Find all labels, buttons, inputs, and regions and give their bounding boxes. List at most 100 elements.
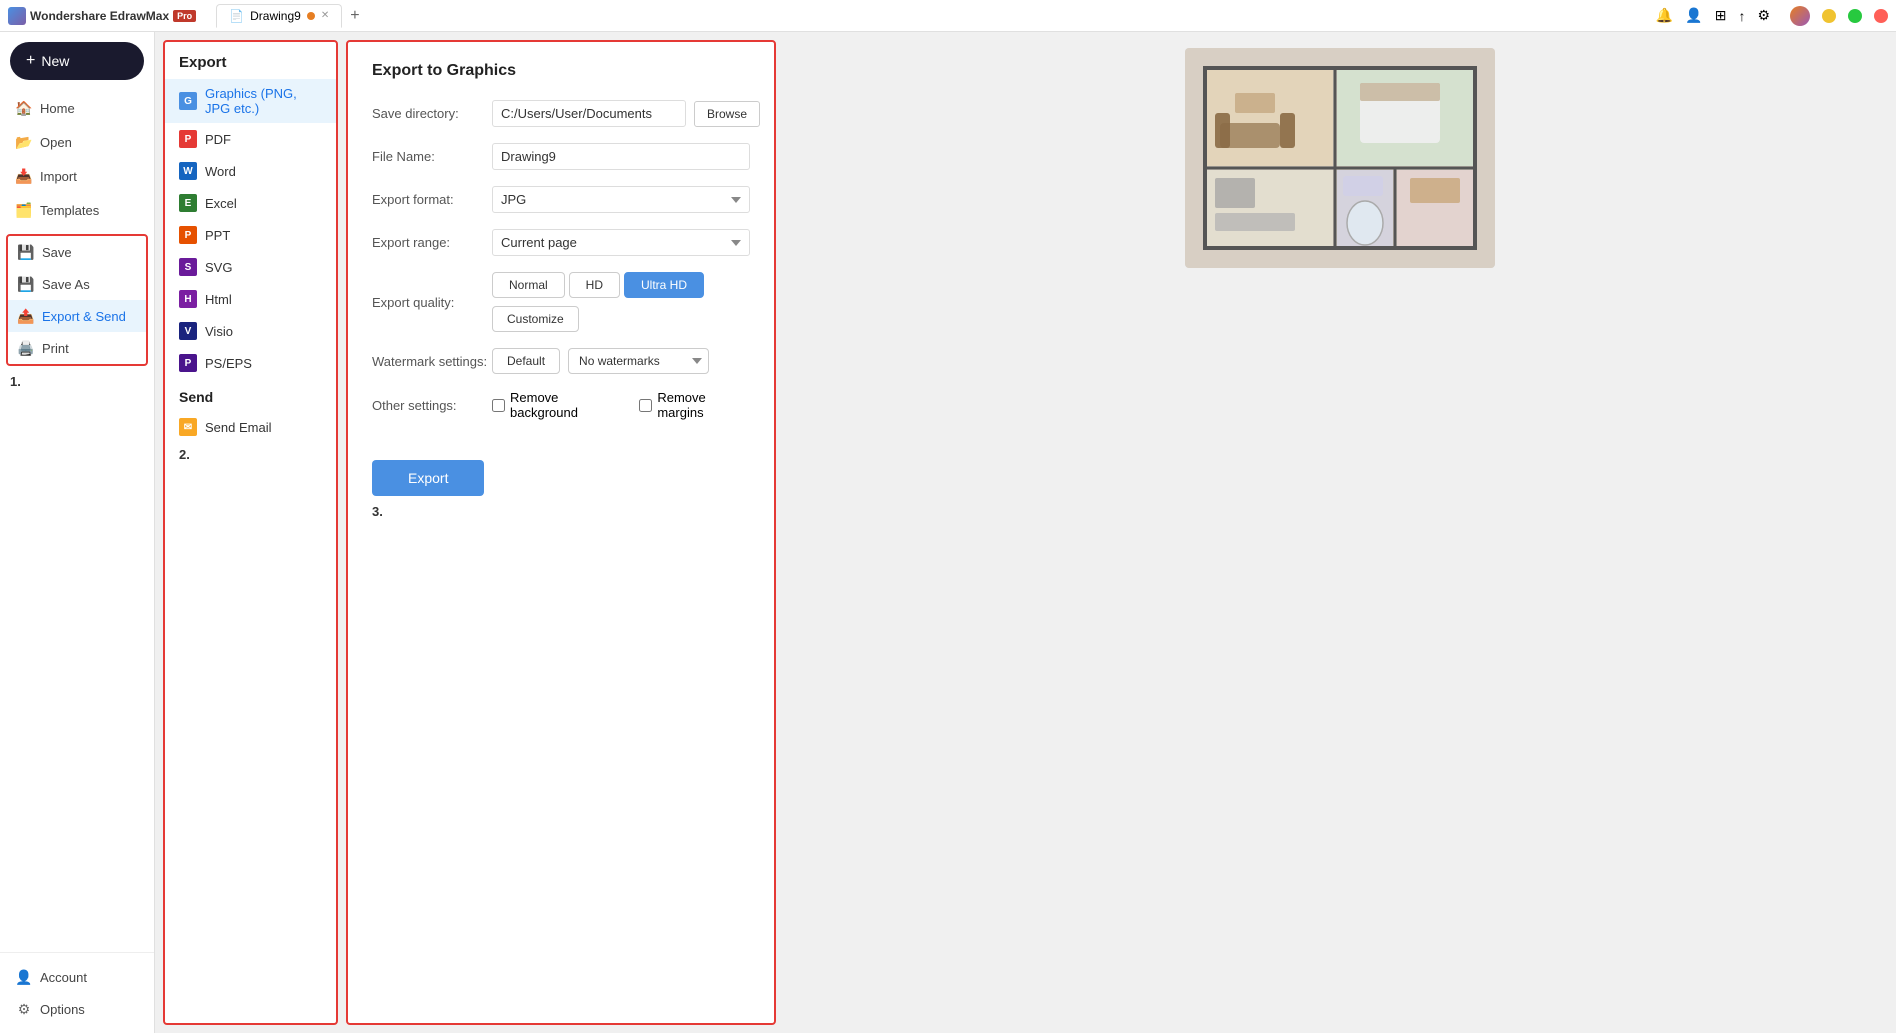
sidebar-item-label: Options <box>40 1002 85 1017</box>
active-tab[interactable]: 📄 Drawing9 ✕ <box>216 4 342 28</box>
export-graphics-title: Export to Graphics <box>372 62 750 80</box>
sidebar-bottom: 👤 Account ⚙ Options <box>0 952 154 1033</box>
templates-icon: 🗂️ <box>16 202 32 218</box>
save-directory-input[interactable] <box>492 100 686 127</box>
sidebar-item-home[interactable]: 🏠 Home <box>6 92 148 124</box>
export-item-visio[interactable]: V Visio <box>165 315 336 347</box>
settings-icon[interactable]: ⚙ <box>1757 7 1770 24</box>
export-graphics-panel-number: 3. <box>372 500 750 519</box>
quality-normal-button[interactable]: Normal <box>492 272 565 298</box>
print-icon: 🖨️ <box>18 340 34 356</box>
export-range-select[interactable]: Current page All pages Selected pages <box>492 229 750 256</box>
export-item-send-email[interactable]: ✉ Send Email <box>165 411 336 443</box>
user-avatar[interactable] <box>1790 6 1810 26</box>
export-button[interactable]: Export <box>372 460 484 496</box>
pdf-icon: P <box>179 130 197 148</box>
export-panel-header: Export <box>165 42 336 79</box>
minimize-button[interactable] <box>1822 9 1836 23</box>
remove-background-checkbox[interactable]: Remove background <box>492 390 623 420</box>
sidebar-item-print[interactable]: 🖨️ Print <box>8 332 146 364</box>
export-item-ppt[interactable]: P PPT <box>165 219 336 251</box>
sidebar-item-export-send[interactable]: 📤 Export & Send <box>8 300 146 332</box>
sidebar-item-account[interactable]: 👤 Account <box>6 961 148 993</box>
export-item-word[interactable]: W Word <box>165 155 336 187</box>
import-icon: 📥 <box>16 168 32 184</box>
customize-button[interactable]: Customize <box>492 306 579 332</box>
sidebar-item-label: Save As <box>42 277 90 292</box>
app-logo: Wondershare EdrawMax Pro <box>8 7 196 25</box>
send-section-header: Send <box>165 379 336 411</box>
export-item-label: Word <box>205 164 236 179</box>
app-container: + New 🏠 Home 📂 Open 📥 Import 🗂️ <box>0 32 1896 1033</box>
export-item-pseps[interactable]: P PS/EPS <box>165 347 336 379</box>
new-button[interactable]: + New <box>10 42 144 80</box>
notification-icon[interactable]: 🔔 <box>1656 7 1673 24</box>
account-icon[interactable]: 👤 <box>1685 7 1702 24</box>
export-item-graphics[interactable]: G Graphics (PNG, JPG etc.) <box>165 79 336 123</box>
export-item-svg[interactable]: S SVG <box>165 251 336 283</box>
sidebar-item-import[interactable]: 📥 Import <box>6 160 148 192</box>
sidebar-item-label: Account <box>40 970 87 985</box>
sidebar-item-options[interactable]: ⚙ Options <box>6 993 148 1025</box>
quality-controls: Normal HD Ultra HD Customize <box>492 272 704 332</box>
remove-margins-input[interactable] <box>639 399 652 412</box>
watermark-default-button[interactable]: Default <box>492 348 560 374</box>
save-directory-row: Save directory: Browse <box>372 100 750 127</box>
watermark-controls: Default No watermarks Custom watermark <box>492 348 709 374</box>
open-icon: 📂 <box>16 134 32 150</box>
close-button[interactable] <box>1874 9 1888 23</box>
export-item-excel[interactable]: E Excel <box>165 187 336 219</box>
sidebar-item-open[interactable]: 📂 Open <box>6 126 148 158</box>
export-item-label: PDF <box>205 132 231 147</box>
browse-button[interactable]: Browse <box>694 101 760 127</box>
customize-row: Customize <box>492 306 704 332</box>
sidebar-number: 1. <box>0 370 154 393</box>
remove-margins-label: Remove margins <box>657 390 750 420</box>
new-button-label: New <box>41 53 69 69</box>
export-panel-number: 2. <box>165 443 336 470</box>
preview-image-box <box>1185 48 1495 268</box>
sidebar-item-save-as[interactable]: 💾 Save As <box>8 268 146 300</box>
other-settings-label: Other settings: <box>372 398 492 413</box>
save-directory-label: Save directory: <box>372 106 492 121</box>
sidebar-item-label: Open <box>40 135 72 150</box>
tab-bar: 📄 Drawing9 ✕ + <box>216 4 365 28</box>
export-panel: Export G Graphics (PNG, JPG etc.) P PDF … <box>163 40 338 1025</box>
watermark-select[interactable]: No watermarks Custom watermark <box>568 348 709 374</box>
quality-buttons-group: Normal HD Ultra HD <box>492 272 704 298</box>
floor-plan-svg <box>1185 48 1495 268</box>
export-range-label: Export range: <box>372 235 492 250</box>
sidebar-item-label: Import <box>40 169 77 184</box>
content-area: + New 🏠 Home 📂 Open 📥 Import 🗂️ <box>0 32 1896 1033</box>
pseps-icon: P <box>179 354 197 372</box>
sidebar-item-save[interactable]: 💾 Save <box>8 236 146 268</box>
add-tab-button[interactable]: + <box>344 5 365 27</box>
tab-close-button[interactable]: ✕ <box>321 10 329 21</box>
export-quality-label: Export quality: <box>372 295 492 310</box>
sidebar-item-templates[interactable]: 🗂️ Templates <box>6 194 148 226</box>
other-settings-row: Other settings: Remove background Remove… <box>372 390 750 420</box>
export-item-label: Html <box>205 292 232 307</box>
export-format-select[interactable]: JPG PNG BMP SVG TIFF <box>492 186 750 213</box>
quality-hd-button[interactable]: HD <box>569 272 620 298</box>
quality-ultrahd-button[interactable]: Ultra HD <box>624 272 704 298</box>
maximize-button[interactable] <box>1848 9 1862 23</box>
sidebar-nav: 🏠 Home 📂 Open 📥 Import 🗂️ Templates <box>0 88 154 230</box>
share-icon[interactable]: ↑ <box>1738 8 1745 24</box>
export-item-html[interactable]: H Html <box>165 283 336 315</box>
title-bar: Wondershare EdrawMax Pro 📄 Drawing9 ✕ + … <box>0 0 1896 32</box>
remove-background-input[interactable] <box>492 399 505 412</box>
options-icon: ⚙ <box>16 1001 32 1017</box>
grid-icon[interactable]: ⊞ <box>1715 7 1727 24</box>
save-as-icon: 💾 <box>18 276 34 292</box>
save-icon: 💾 <box>18 244 34 260</box>
file-name-input[interactable] <box>492 143 750 170</box>
excel-icon: E <box>179 194 197 212</box>
app-icon <box>8 7 26 25</box>
remove-background-label: Remove background <box>510 390 623 420</box>
account-icon-sidebar: 👤 <box>16 969 32 985</box>
svg-icon: S <box>179 258 197 276</box>
remove-margins-checkbox[interactable]: Remove margins <box>639 390 750 420</box>
tab-name: Drawing9 <box>250 9 301 23</box>
export-item-pdf[interactable]: P PDF <box>165 123 336 155</box>
